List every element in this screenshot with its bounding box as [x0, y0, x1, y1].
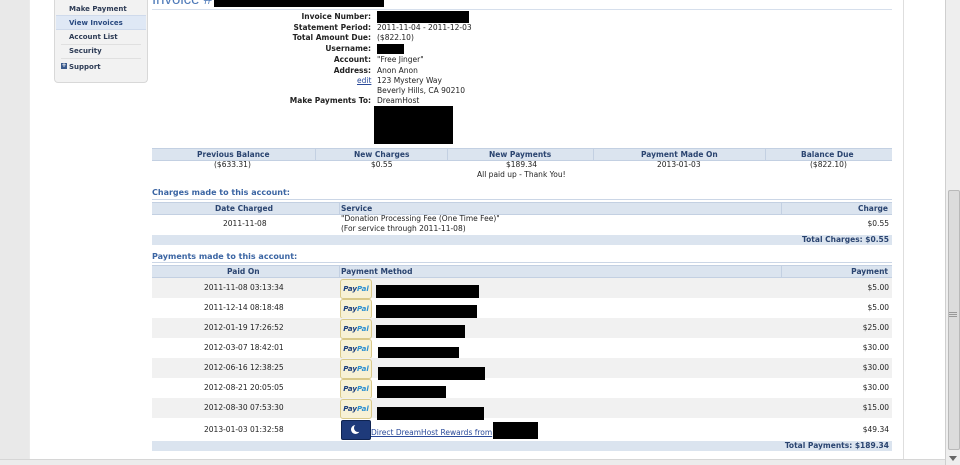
address-line-1: 123 Mystery Way	[377, 76, 442, 85]
info-username: Username:	[325, 44, 371, 53]
table-row: 2012-01-19 17:26:52 PayPal $25.00	[152, 318, 892, 339]
redacted-payer	[376, 285, 479, 298]
info-invoice-number: Invoice Number:	[301, 12, 371, 21]
info-make-payments-to: Make Payments To: DreamHost	[289, 96, 420, 105]
paid-up-note: All paid up - Thank You!	[477, 170, 566, 179]
info-account: Account: "Free Jinger"	[333, 55, 424, 64]
table-row: 2011-12-14 08:18:48 PayPal $5.00	[152, 298, 892, 319]
paypal-logo-icon: PayPal	[340, 299, 372, 319]
charges-section-title: Charges made to this account:	[152, 188, 290, 197]
paypal-logo-icon: PayPal	[340, 339, 372, 359]
table-row: 2011-11-08 "Donation Processing Fee (One…	[223, 214, 889, 233]
scroll-down-arrow-icon[interactable]	[949, 456, 957, 461]
paypal-logo-icon: PayPal	[340, 319, 372, 339]
scrollbar-thumb[interactable]	[948, 190, 960, 450]
address-line-2: Beverly Hills, CA 90210	[377, 86, 465, 95]
info-total-amount-due: Total Amount Due: ($822.10)	[292, 33, 414, 42]
redacted-payer	[493, 422, 538, 439]
summary-note-row: All paid up - Thank You!	[152, 170, 892, 180]
charges-table: Date Charged Service Charge 2011-11-08 "…	[152, 202, 892, 246]
paypal-logo-icon: PayPal	[340, 279, 372, 299]
info-address: Address: Anon Anon	[333, 66, 418, 75]
charges-total-row: Total Charges: $0.55	[152, 235, 892, 245]
info-statement-period: Statement Period: 2011-11-04 - 2011-12-0…	[293, 23, 472, 32]
scrollbar-grip-icon	[949, 312, 957, 313]
payments-header-row: Paid On Payment Method Payment	[152, 265, 892, 278]
table-row: 2011-11-08 03:13:34 PayPal $5.00	[152, 278, 892, 299]
title-divider	[152, 9, 892, 10]
dreamhost-moon-icon	[341, 420, 371, 440]
table-row: 2013-01-03 01:32:58 Direct DreamHost Rew…	[152, 420, 892, 440]
vertical-scrollbar[interactable]	[945, 0, 960, 465]
redacted-payer	[376, 305, 477, 318]
table-row: 2012-08-21 20:05:05 PayPal $30.00	[152, 378, 892, 399]
redacted-invoice-number	[377, 11, 469, 23]
redacted-payer	[376, 325, 465, 338]
paypal-logo-icon: PayPal	[340, 359, 372, 379]
page-title: Invoice #	[152, 0, 212, 8]
redacted-payee-address	[374, 106, 453, 144]
balance-summary-table: Previous Balance New Charges New Payment…	[152, 148, 892, 182]
page-title-wrap: Invoice #	[152, 0, 212, 8]
payments-section-title: Payments made to this account:	[152, 252, 298, 261]
table-row: 2012-03-07 18:42:01 PayPal $30.00	[152, 338, 892, 359]
redacted-payer	[377, 407, 484, 420]
table-row: 2012-06-16 12:38:25 PayPal $30.00	[152, 358, 892, 380]
payments-total-row: Total Payments: $189.34	[152, 441, 892, 451]
summary-values-row: ($633.31) $0.55 $189.34 2013-01-03 ($822…	[214, 160, 847, 169]
redacted-invoice-id	[214, 0, 384, 7]
paypal-logo-icon: PayPal	[340, 379, 372, 399]
table-row: 2012-08-30 07:53:30 PayPal $15.00	[152, 398, 892, 420]
payments-table: Paid On Payment Method Payment 2011-11-0…	[152, 265, 892, 455]
redacted-username	[377, 44, 404, 54]
paypal-logo-icon: PayPal	[340, 399, 372, 419]
redacted-payer	[378, 347, 459, 358]
page-bottom-edge	[0, 459, 945, 465]
dreamhost-rewards-link[interactable]: Direct DreamHost Rewards from	[371, 423, 492, 443]
